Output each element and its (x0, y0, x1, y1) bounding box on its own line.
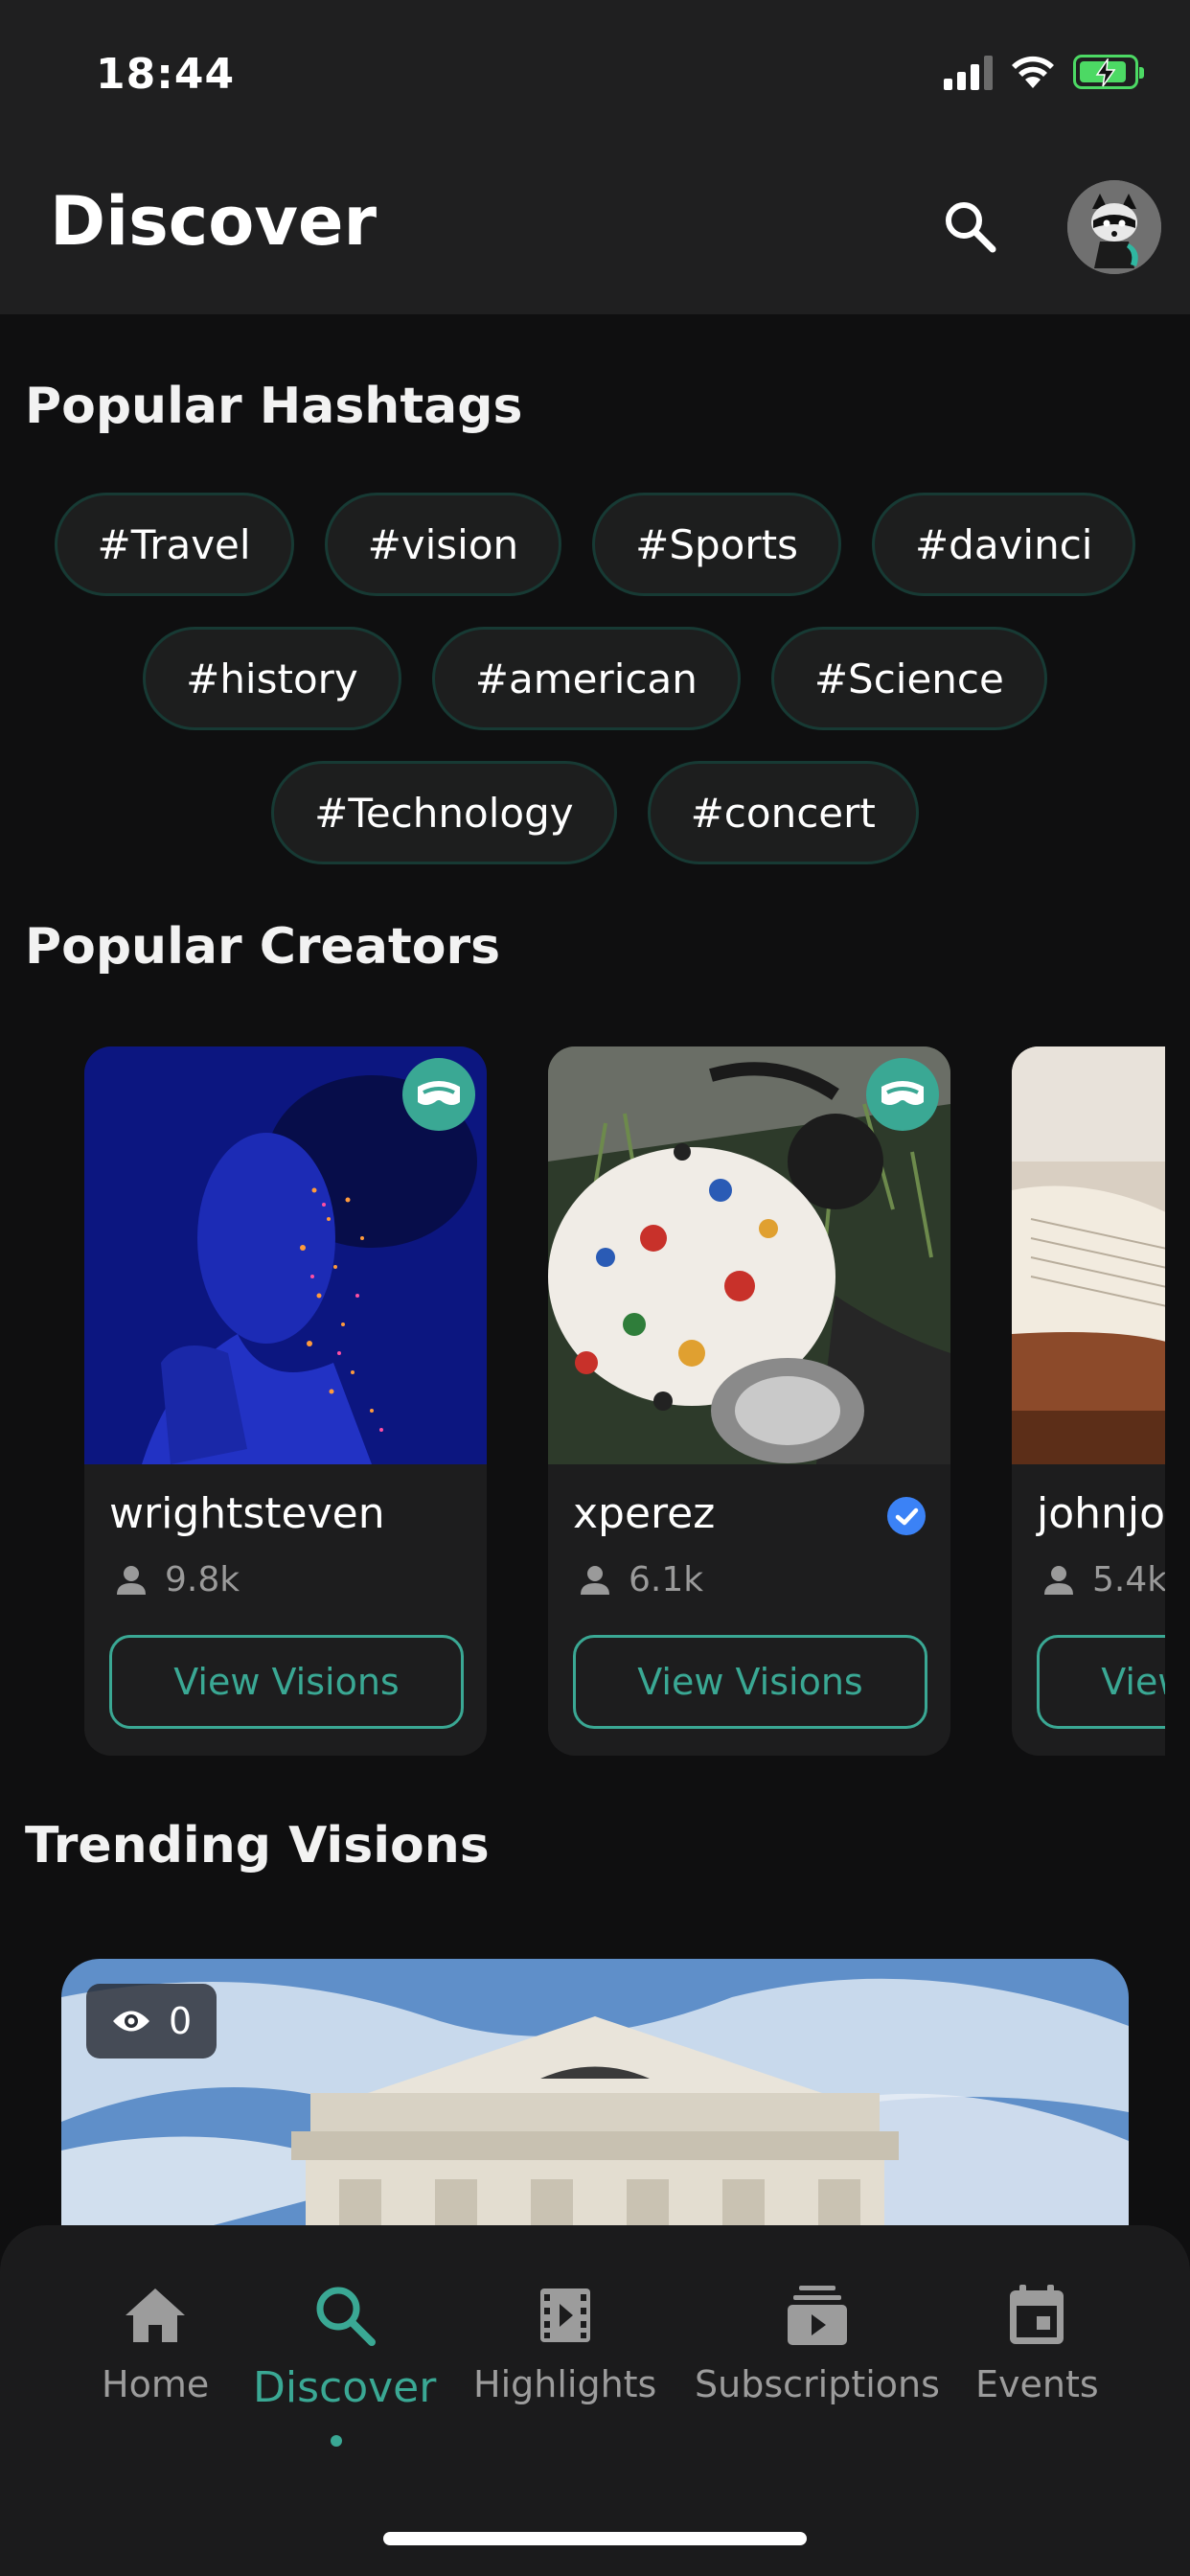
verified-badge-icon (887, 1497, 926, 1535)
creator-image (84, 1046, 487, 1464)
bottom-navigation: Home Discover Highlights Subscriptions E… (0, 2225, 1190, 2576)
nav-label: Discover (253, 2363, 437, 2412)
view-count-badge: 0 (86, 1984, 217, 2058)
film-icon (539, 2288, 590, 2342)
creator-card[interactable]: wrightsteven 9.8k View Visions (84, 1046, 487, 1756)
subscriptions-icon (787, 2286, 847, 2345)
hashtag-chip[interactable]: #american (431, 627, 741, 730)
hashtag-chip[interactable]: #history (143, 627, 401, 730)
nav-label: Highlights (473, 2363, 657, 2405)
creator-name: wrightsteven (109, 1489, 385, 1538)
status-icons (944, 54, 1144, 90)
search-icon (316, 2287, 376, 2346)
hashtag-chip[interactable]: #Technology (271, 761, 617, 864)
person-icon (117, 1565, 146, 1595)
view-visions-button[interactable]: View Visions (109, 1635, 464, 1729)
wifi-icon (1012, 56, 1054, 88)
creator-card[interactable]: xperez 6.1k View Visions (548, 1046, 950, 1756)
creators-track: wrightsteven 9.8k View Visions xperez 6.… (84, 1046, 1165, 1756)
follower-count-value: 9.8k (165, 1560, 240, 1599)
nav-item-highlights[interactable]: Highlights (473, 2277, 656, 2405)
view-count-value: 0 (169, 2000, 193, 2042)
follower-count: 9.8k (115, 1560, 240, 1599)
vr-headset-icon (881, 1081, 924, 1105)
vr-headset-badge (402, 1058, 475, 1131)
nav-label: Events (975, 2363, 1099, 2405)
follower-count: 5.4k (1042, 1560, 1165, 1599)
person-icon (1044, 1565, 1073, 1595)
hashtag-chip[interactable]: #vision (324, 493, 562, 596)
top-bar: 18:44 Discover (0, 0, 1190, 314)
hashtag-row: #Technology #concert (0, 761, 1190, 864)
home-icon (126, 2288, 186, 2342)
creator-name: johnjol (1037, 1489, 1165, 1538)
discover-screen: 18:44 Discover Popular Hashtags #Travel … (0, 0, 1190, 2576)
follower-count-value: 5.4k (1092, 1560, 1165, 1599)
battery-charging-icon (1073, 55, 1144, 89)
home-indicator[interactable] (383, 2532, 807, 2545)
profile-avatar[interactable] (1067, 180, 1161, 274)
hashtag-row: #history #american #Science (0, 627, 1190, 730)
hashtag-chip[interactable]: #Science (770, 627, 1047, 730)
active-tab-indicator (331, 2435, 342, 2447)
person-icon (581, 1565, 609, 1595)
nav-label: Subscriptions (695, 2363, 940, 2405)
nav-label: Home (102, 2363, 210, 2405)
popular-hashtags-title: Popular Hashtags (25, 378, 523, 435)
hashtag-chip[interactable]: #davinci (871, 493, 1136, 596)
creator-card[interactable]: johnjol 5.4k View Visions (1012, 1046, 1165, 1756)
creator-image (1012, 1046, 1165, 1464)
vr-headset-icon (418, 1081, 460, 1105)
status-time: 18:44 (96, 50, 236, 99)
eye-icon (113, 2011, 149, 2032)
hashtag-cloud: #Travel #vision #Sports #davinci #histor… (0, 493, 1190, 895)
cellular-signal-icon (944, 54, 993, 90)
nav-item-subscriptions[interactable]: Subscriptions (695, 2277, 940, 2405)
hashtag-chip[interactable]: #Travel (54, 493, 294, 596)
nav-item-events[interactable]: Events (975, 2277, 1099, 2405)
follower-count: 6.1k (579, 1560, 703, 1599)
view-visions-button[interactable]: View Visions (573, 1635, 927, 1729)
raccoon-avatar-icon (1067, 180, 1161, 274)
creators-carousel[interactable]: wrightsteven 9.8k View Visions xperez 6.… (0, 1035, 1165, 1763)
hashtag-row: #Travel #vision #Sports #davinci (0, 493, 1190, 596)
search-button[interactable] (939, 196, 1000, 257)
vr-headset-badge (866, 1058, 939, 1131)
nav-item-discover[interactable]: Discover (253, 2277, 436, 2412)
calendar-icon (1010, 2285, 1064, 2344)
hashtag-chip[interactable]: #concert (647, 761, 919, 864)
follower-count-value: 6.1k (629, 1560, 704, 1599)
nav-item-home[interactable]: Home (102, 2277, 209, 2405)
creator-image (548, 1046, 950, 1464)
view-visions-button[interactable]: View Visions (1037, 1635, 1165, 1729)
creator-name: xperez (573, 1489, 716, 1538)
trending-visions-title: Trending Visions (25, 1817, 490, 1874)
popular-creators-title: Popular Creators (25, 918, 501, 976)
hashtag-chip[interactable]: #Sports (592, 493, 841, 596)
page-title: Discover (50, 182, 377, 261)
search-icon (946, 202, 996, 253)
